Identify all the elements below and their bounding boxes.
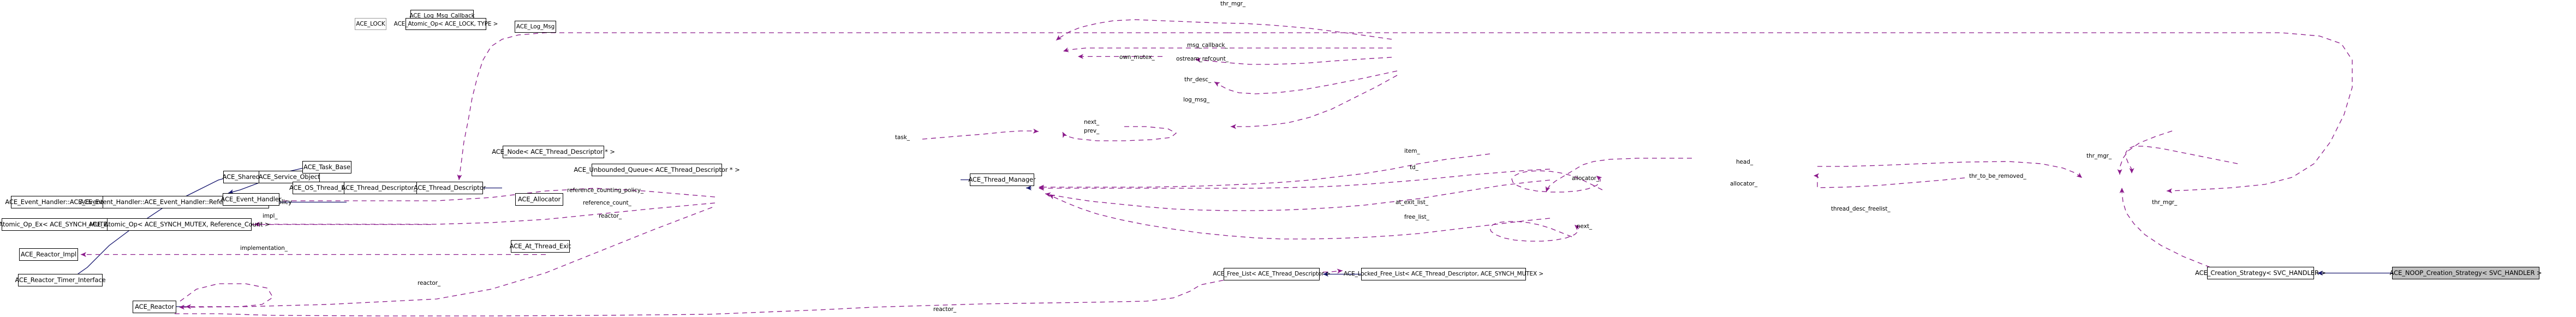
edge-label-reactor-bottom: reactor_ bbox=[933, 306, 957, 313]
node-ace-atomic-op-synch-mutex[interactable]: ACE_Atomic_Op< ACE_SYNCH_MUTEX, Referenc… bbox=[88, 218, 270, 231]
inheritance-edge-lines bbox=[483, 179, 970, 189]
node-ace-allocator[interactable]: ACE_Allocator bbox=[515, 193, 563, 206]
edge-label-allocator-self: allocator_ bbox=[1572, 175, 1600, 182]
edge-label-implementation: implementation_ bbox=[240, 245, 288, 252]
edge-label-allocator-right: allocator_ bbox=[1730, 181, 1758, 187]
edge-label-item: item_ bbox=[1404, 148, 1420, 154]
node-ace-reactor-timer-interface[interactable]: ACE_Reactor_Timer_Interface bbox=[15, 274, 106, 286]
edge-label-next-at-thread-exit: next_ bbox=[1577, 223, 1593, 230]
edge-label-thr-to-be-removed: thr_to_be_removed_ bbox=[1969, 173, 2026, 180]
node-ace-locked-free-list-thread-descriptor[interactable]: ACE_Locked_Free_List< ACE_Thread_Descrip… bbox=[1344, 268, 1543, 280]
node-ace-unbounded-queue-thread-descriptor[interactable]: ACE_Unbounded_Queue< ACE_Thread_Descript… bbox=[574, 164, 740, 176]
node-ace-node-thread-descriptor[interactable]: ACE_Node< ACE_Thread_Descriptor * > bbox=[492, 146, 615, 158]
edge-label-task: task_ bbox=[895, 134, 910, 141]
edge-label-reference-count: reference_count_ bbox=[583, 200, 631, 206]
node-ace-creation-strategy-svc-handler[interactable]: ACE_Creation_Strategy< SVC_HANDLER > bbox=[2195, 267, 2326, 279]
edge-label-free-list: free_list_ bbox=[1404, 214, 1429, 220]
edge-label-thread-desc-freelist: thread_desc_freelist_ bbox=[1831, 206, 1891, 212]
uml-collaboration-diagram: ACE_Event_Handler::ACE_Event_Handler::Po… bbox=[0, 0, 2576, 317]
node-ace-reactor[interactable]: ACE_Reactor bbox=[133, 301, 176, 313]
edge-label-reactor-self: reactor_ bbox=[418, 280, 441, 286]
node-ace-at-thread-exit[interactable]: ACE_At_Thread_Exit bbox=[510, 240, 571, 253]
edge-label-at-exit-list: at_exit_list_ bbox=[1396, 199, 1428, 206]
edge-label-td: td_ bbox=[1410, 164, 1418, 171]
edge-label-ostream-refcount: ostream_refcount_ bbox=[1176, 56, 1229, 62]
node-ace-lock[interactable]: ACE_LOCK bbox=[355, 18, 386, 30]
edge-label-own-mutex: own_mutex_ bbox=[1119, 54, 1155, 61]
edge-label-prev: prev_ bbox=[1084, 128, 1100, 134]
node-ace-reactor-impl[interactable]: ACE_Reactor_Impl bbox=[19, 248, 78, 261]
edge-label-head: head_ bbox=[1736, 159, 1753, 165]
node-ace-thread-manager[interactable]: ACE_Thread_Manager bbox=[968, 174, 1036, 186]
node-ace-log-msg[interactable]: ACE_Log_Msg bbox=[515, 21, 556, 33]
edge-label-impl: impl_ bbox=[263, 213, 278, 219]
edge-label-thr-mgr-low: thr_mgr_ bbox=[2152, 199, 2177, 206]
node-ace-free-list-thread-descriptor[interactable]: ACE_Free_List< ACE_Thread_Descriptor > bbox=[1213, 268, 1331, 280]
edge-label-next: next_ bbox=[1084, 119, 1100, 125]
node-ace-noop-creation-strategy-svc-handler[interactable]: ACE_NOOP_Creation_Strategy< SVC_HANDLER … bbox=[2390, 267, 2542, 279]
edge-label-thr-mgr-top: thr_mgr_ bbox=[1220, 1, 1245, 7]
edge-label-reference-counting-policy: reference_counting_policy_ bbox=[567, 187, 644, 194]
edge-label-thr-desc-top: thr_desc_ bbox=[1184, 76, 1212, 83]
edge-label-msg-callback: msg_callback_ bbox=[1187, 42, 1228, 49]
node-ace-event-handler[interactable]: ACE_Event_Handler bbox=[221, 193, 282, 206]
node-ace-task-base[interactable]: ACE_Task_Base bbox=[302, 161, 351, 174]
node-ace-atomic-op-lock-type[interactable]: ACE_Atomic_Op< ACE_LOCK, TYPE > bbox=[394, 18, 498, 30]
edge-label-log-msg: log_msg_ bbox=[1183, 97, 1210, 103]
edge-label-reactor-eh: reactor_ bbox=[599, 213, 622, 219]
edge-label-thr-mgr-mid: thr_mgr_ bbox=[2086, 153, 2112, 159]
node-ace-thread-descriptor[interactable]: ACE_Thread_Descriptor bbox=[414, 182, 486, 194]
